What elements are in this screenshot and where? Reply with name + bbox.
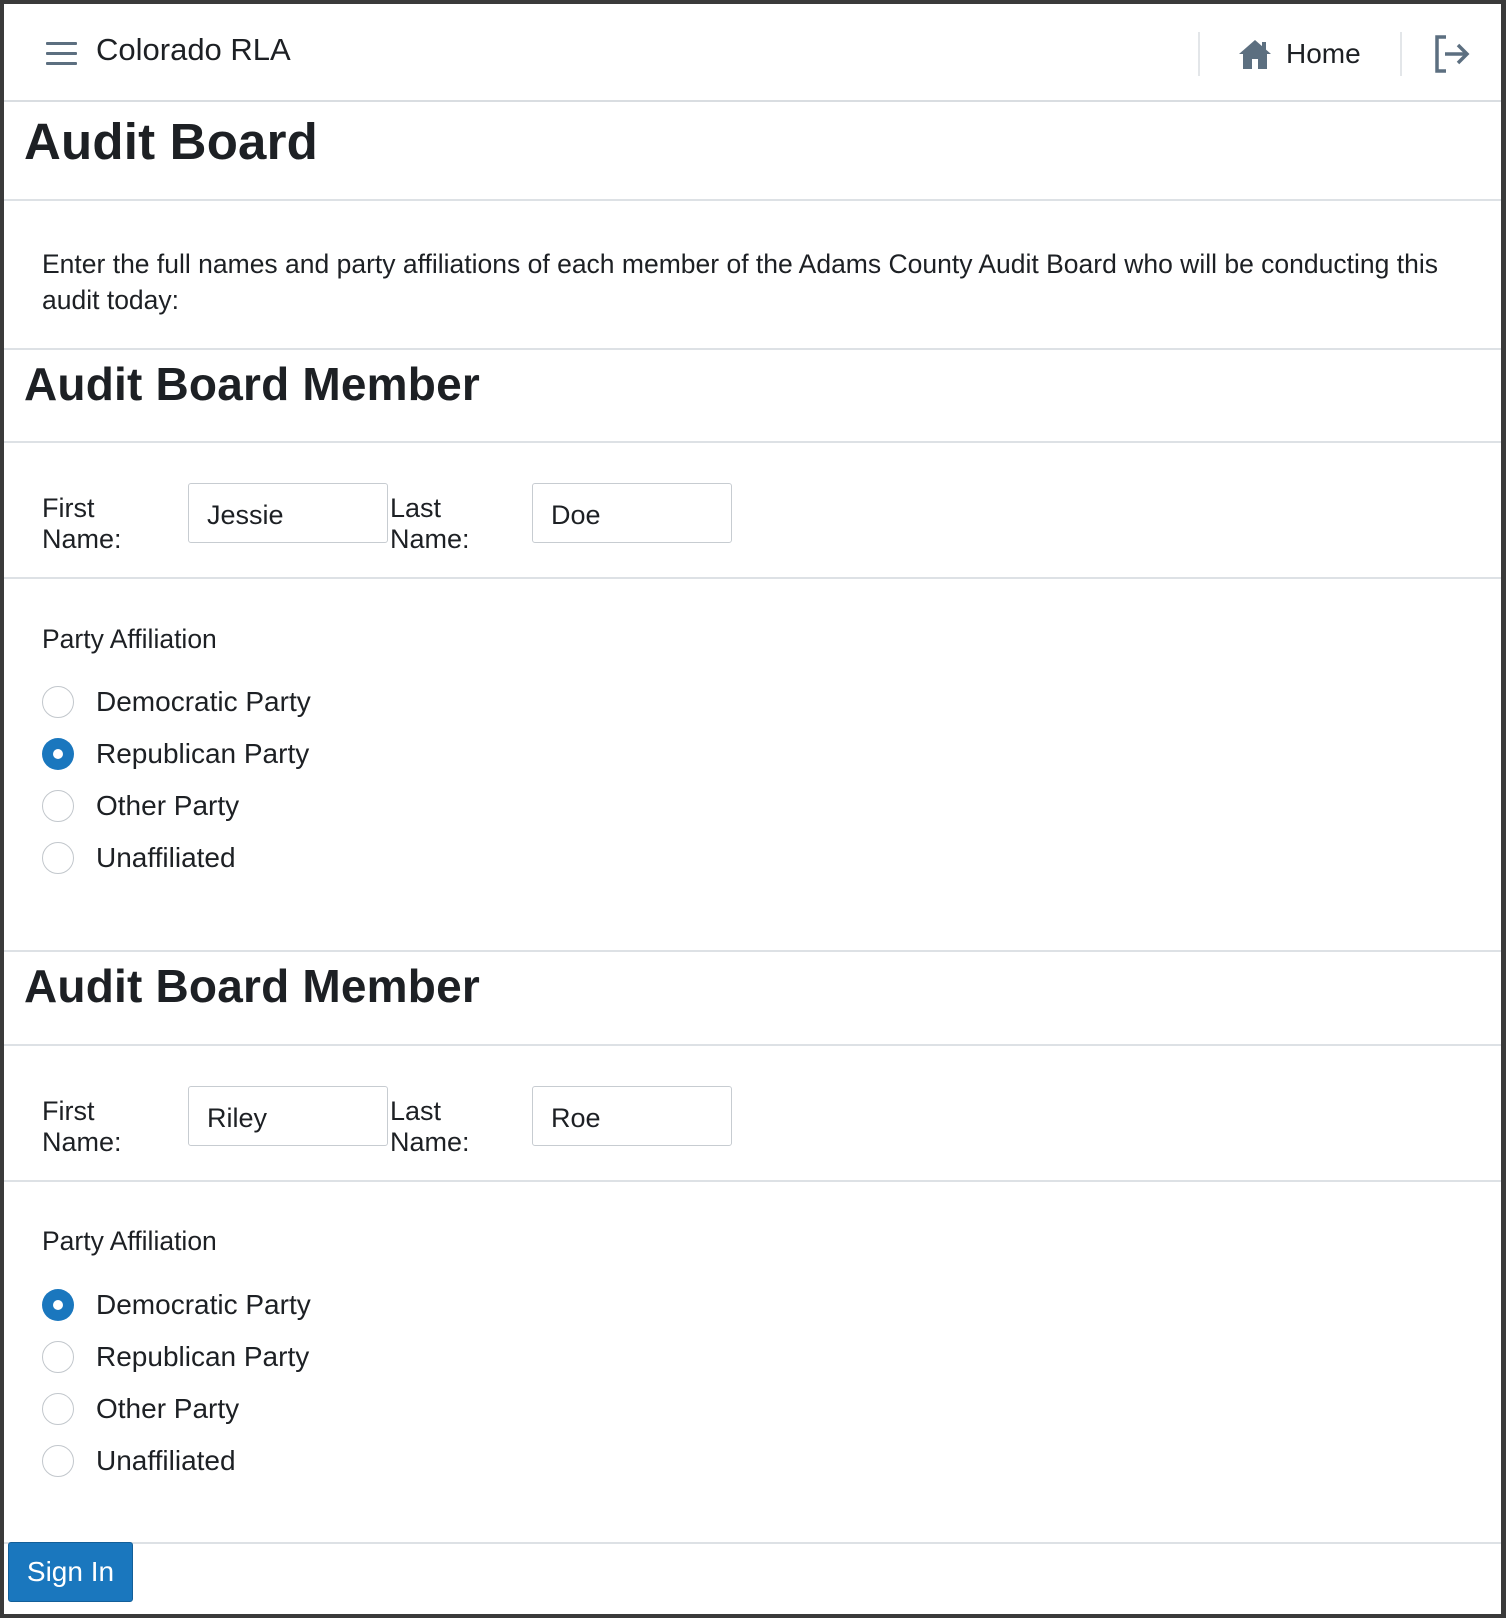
radio-label: Republican Party xyxy=(96,1341,310,1372)
first-name-label: First Name: xyxy=(42,493,122,554)
radio-button[interactable] xyxy=(42,686,74,718)
home-link[interactable]: Home xyxy=(1238,30,1361,78)
divider xyxy=(4,1180,1501,1182)
radio-label: Other Party xyxy=(96,790,240,821)
first-name-input[interactable] xyxy=(188,483,388,543)
radio-label: Democratic Party xyxy=(96,686,311,717)
app-window: Colorado RLA Home Audit Board Enter the … xyxy=(0,0,1506,1618)
last-name-input[interactable] xyxy=(532,1086,732,1146)
sign-in-button[interactable]: Sign In xyxy=(8,1542,133,1602)
party-affiliation-label: Party Affiliation xyxy=(42,1226,217,1256)
divider xyxy=(4,950,1501,952)
last-name-label: Last Name: xyxy=(390,493,470,554)
radio-unaffiliated[interactable]: Unaffiliated xyxy=(42,1441,236,1481)
logout-icon[interactable] xyxy=(1432,33,1472,75)
last-name-input[interactable] xyxy=(532,483,732,543)
member-heading: Audit Board Member xyxy=(24,358,480,410)
radio-label: Republican Party xyxy=(96,738,310,769)
home-icon xyxy=(1239,40,1271,69)
nav-divider xyxy=(1400,32,1402,76)
radio-label: Unaffiliated xyxy=(96,1445,236,1476)
nav-divider xyxy=(1198,32,1200,76)
page-title: Audit Board xyxy=(24,113,319,170)
divider xyxy=(4,1044,1501,1046)
intro-text: Enter the full names and party affiliati… xyxy=(42,249,1438,315)
divider xyxy=(4,1542,1501,1544)
divider xyxy=(4,441,1501,443)
radio-label: Democratic Party xyxy=(96,1289,311,1320)
radio-republican[interactable]: Republican Party xyxy=(42,1337,309,1377)
home-label: Home xyxy=(1286,38,1361,69)
top-navbar: Colorado RLA Home xyxy=(4,4,1501,102)
radio-unaffiliated[interactable]: Unaffiliated xyxy=(42,838,236,878)
radio-label: Other Party xyxy=(96,1393,240,1424)
hamburger-menu-icon[interactable] xyxy=(44,38,80,70)
radio-button[interactable] xyxy=(42,1289,74,1321)
radio-republican[interactable]: Republican Party xyxy=(42,734,309,774)
radio-button[interactable] xyxy=(42,842,74,874)
radio-button[interactable] xyxy=(42,738,74,770)
radio-button[interactable] xyxy=(42,1393,74,1425)
first-name-input[interactable] xyxy=(188,1086,388,1146)
radio-button[interactable] xyxy=(42,790,74,822)
radio-label: Unaffiliated xyxy=(96,842,236,873)
app-title: Colorado RLA xyxy=(96,32,291,67)
radio-button[interactable] xyxy=(42,1445,74,1477)
divider xyxy=(4,348,1501,350)
radio-button[interactable] xyxy=(42,1341,74,1373)
divider xyxy=(4,199,1501,201)
party-affiliation-label: Party Affiliation xyxy=(42,624,217,654)
radio-democratic[interactable]: Democratic Party xyxy=(42,682,311,722)
divider xyxy=(4,577,1501,579)
radio-other[interactable]: Other Party xyxy=(42,1389,239,1429)
member-heading: Audit Board Member xyxy=(24,960,480,1012)
radio-democratic[interactable]: Democratic Party xyxy=(42,1285,311,1325)
last-name-label: Last Name: xyxy=(390,1096,470,1157)
radio-other[interactable]: Other Party xyxy=(42,786,239,826)
first-name-label: First Name: xyxy=(42,1096,122,1157)
